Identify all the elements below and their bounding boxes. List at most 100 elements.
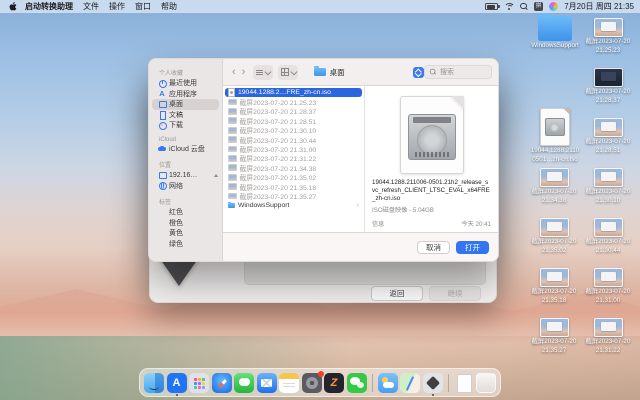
desktop-icon-label: 截屏2023-07-20 [580, 288, 636, 296]
back-nav-button[interactable]: ‹ [229, 67, 239, 78]
display-icon [158, 171, 166, 179]
desktop-screenshot-icon[interactable]: 截屏2023-07-2021.34.38 [526, 168, 582, 204]
dock-finder-icon[interactable] [144, 373, 164, 393]
screenshot-icon [228, 193, 237, 200]
file-row-shot[interactable]: 截屏2023-07-20 21.31.00 [225, 144, 362, 153]
spotlight-icon[interactable] [520, 3, 528, 11]
desktop-iso-file[interactable]: 19044.1288.21100501…zh-cn.iso [527, 108, 583, 163]
dock-bootcamp-icon[interactable] [423, 373, 443, 393]
desktop-screenshot-icon[interactable]: 截屏2023-07-2021.28.37 [580, 68, 636, 104]
forward-nav-button[interactable]: › [239, 67, 249, 78]
dock-fan-app-icon[interactable] [302, 373, 322, 393]
sidebar-item-doc[interactable]: 文稿 [149, 110, 222, 121]
sidebar-item-download[interactable]: 下载 [149, 120, 222, 131]
sidebar-item-label: 网络 [169, 181, 183, 191]
file-row-iso[interactable]: 19044.1288.2…FRE_zh-cn.iso [225, 88, 362, 97]
dock-notes-icon[interactable] [279, 373, 299, 393]
dock-maps-icon[interactable] [400, 373, 420, 393]
dock-documents-icon[interactable] [454, 373, 474, 393]
running-indicator [432, 394, 434, 396]
dock-app-store-icon[interactable]: A [167, 373, 187, 393]
sidebar-item-globe[interactable]: 网络 [149, 181, 222, 192]
screenshot-icon [228, 183, 237, 190]
dock-launchpad-icon[interactable] [189, 373, 209, 393]
dock-mail-icon[interactable] [257, 373, 277, 393]
iso-path-field[interactable] [244, 259, 486, 285]
input-source-icon[interactable]: 拼 [534, 2, 543, 11]
back-button[interactable]: 返回 [371, 286, 423, 301]
desktop-icon-label: 截屏2023-07-20 [580, 138, 636, 146]
menu-item-3[interactable]: 帮助 [161, 1, 177, 12]
file-row-shot[interactable]: 截屏2023-07-20 21.34.38 [225, 163, 362, 172]
menu-item-2[interactable]: 窗口 [135, 1, 151, 12]
apple-menu-icon[interactable] [9, 2, 17, 11]
sidebar-item-tag-red[interactable]: 红色 [149, 207, 222, 218]
sidebar-item-tag-green[interactable]: 绿色 [149, 239, 222, 250]
menu-item-0[interactable]: 文件 [83, 1, 99, 12]
desktop-screenshot-icon[interactable]: 截屏2023-07-2021.30.44 [580, 218, 636, 254]
desktop-icon-label: WindowsSupport [527, 42, 583, 50]
file-row-folder[interactable]: WindowsSupport › [225, 201, 362, 210]
dock-bolt-app-icon[interactable]: Z [324, 373, 344, 393]
desktop-icon-label: 截屏2023-07-20 [526, 238, 582, 246]
continue-button[interactable]: 继续 [429, 286, 481, 301]
file-row-label: 截屏2023-07-20 21.25.23 [240, 97, 317, 106]
screenshot-icon [228, 136, 237, 143]
file-row-shot[interactable]: 截屏2023-07-20 21.28.51 [225, 116, 362, 125]
dock-wechat-icon[interactable] [347, 373, 367, 393]
file-row-shot[interactable]: 截屏2023-07-20 21.28.37 [225, 107, 362, 116]
dock-safari-icon[interactable] [212, 373, 232, 393]
desktop-screenshot-icon[interactable]: 截屏2023-07-2021.35.18 [526, 268, 582, 304]
desktop-screenshot-icon[interactable]: 截屏2023-07-2021.35.02 [526, 218, 582, 254]
open-button[interactable]: 打开 [456, 241, 489, 254]
screenshot-thumbnail [540, 218, 569, 237]
sidebar-item-tag-orange[interactable]: 橙色 [149, 218, 222, 229]
file-row-shot[interactable]: 截屏2023-07-20 21.30.10 [225, 126, 362, 135]
search-field[interactable]: 搜索 [424, 65, 492, 79]
dock-trash-icon[interactable] [476, 373, 496, 393]
file-row-shot[interactable]: 截屏2023-07-20 21.35.27 [225, 191, 362, 200]
sidebar-item-tag-yellow[interactable]: 黄色 [149, 228, 222, 239]
file-row-shot[interactable]: 截屏2023-07-20 21.35.18 [225, 182, 362, 191]
desktop-screenshot-icon[interactable]: 截屏2023-07-2021.25.23 [580, 18, 636, 54]
desktop-screenshot-icon[interactable]: 截屏2023-07-2021.28.51 [580, 118, 636, 154]
battery-icon[interactable] [485, 3, 498, 10]
sidebar-item-clock[interactable]: 最近使用 [149, 78, 222, 89]
siri-icon[interactable] [549, 2, 558, 11]
cancel-button[interactable]: 取消 [417, 241, 450, 254]
wifi-icon[interactable] [504, 3, 514, 11]
preview-pane: 19044.1288.211006-0501.21h2_release_svc_… [365, 86, 498, 232]
sidebar-item-desktop[interactable]: 桌面 [152, 99, 219, 110]
desktop-icon-label: 截屏2023-07-20 [580, 88, 636, 96]
disclosure-chevron-icon[interactable]: › [357, 202, 359, 209]
menu-item-1[interactable]: 操作 [109, 1, 125, 12]
desktop-screenshot-icon[interactable]: 截屏2023-07-2021.30.10 [580, 168, 636, 204]
sidebar-item-cloud[interactable]: iCloud 云盘 [149, 144, 222, 155]
file-row-shot[interactable]: 截屏2023-07-20 21.35.02 [225, 173, 362, 182]
file-row-label: WindowsSupport [238, 202, 289, 209]
dock-messages-icon[interactable] [234, 373, 254, 393]
location-popup[interactable]: 桌面 [314, 67, 424, 78]
menu-app-name[interactable]: 启动转换助理 [25, 1, 73, 12]
menu-bar-clock[interactable]: 7月20日 周四 21:35 [564, 1, 634, 12]
eject-icon[interactable] [214, 174, 218, 177]
file-row-shot[interactable]: 截屏2023-07-20 21.30.44 [225, 135, 362, 144]
view-options-button[interactable] [253, 65, 273, 80]
sidebar-item-apps[interactable]: A应用程序 [149, 89, 222, 100]
screenshot-thumbnail [540, 268, 569, 287]
tag-orange-icon [158, 219, 166, 227]
desktop-screenshot-icon[interactable]: 截屏2023-07-2021.35.27 [526, 318, 582, 354]
desktop-screenshot-icon[interactable]: 截屏2023-07-2021.31.22 [580, 318, 636, 354]
screenshot-icon [228, 164, 237, 171]
desktop-screenshot-icon[interactable]: 截屏2023-07-2021.31.00 [580, 268, 636, 304]
preview-info-value: 今天 20:41 [461, 219, 491, 228]
screenshot-thumbnail [594, 218, 623, 237]
file-row-shot[interactable]: 截屏2023-07-20 21.25.23 [225, 97, 362, 106]
screenshot-thumbnail [594, 318, 623, 337]
group-options-button[interactable] [278, 65, 298, 80]
desktop-folder-windowssupport[interactable]: WindowsSupport [527, 16, 583, 50]
sidebar-item-display[interactable]: 192.16… [149, 170, 222, 181]
dock-weather-icon[interactable] [378, 373, 398, 393]
file-row-shot[interactable]: 截屏2023-07-20 21.31.22 [225, 154, 362, 163]
file-row-label: 截屏2023-07-20 21.30.10 [240, 126, 317, 135]
